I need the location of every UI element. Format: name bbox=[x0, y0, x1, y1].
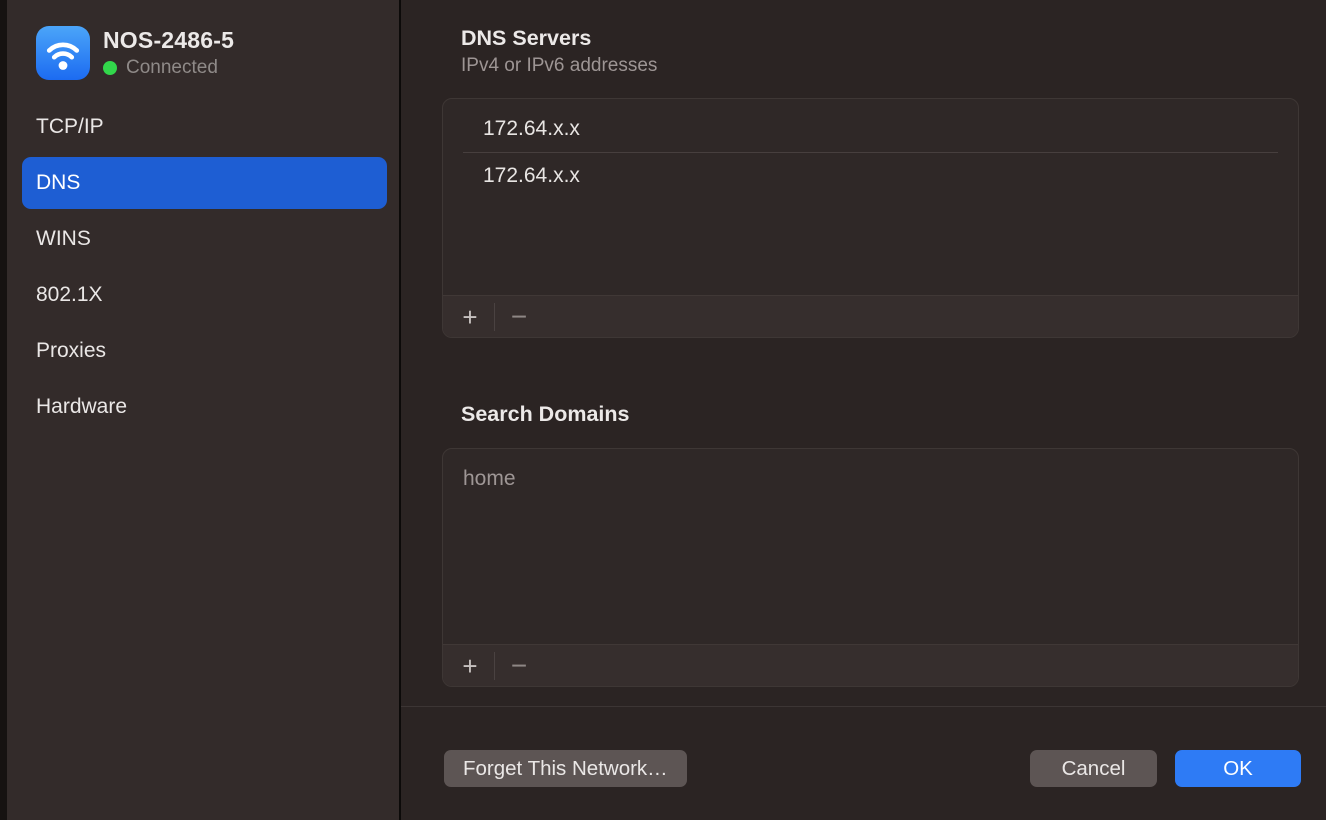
sidebar-item-8021x[interactable]: 802.1X bbox=[22, 269, 387, 321]
dns-servers-list: 172.64.x.x 172.64.x.x + − bbox=[442, 98, 1299, 338]
minus-icon: − bbox=[511, 652, 527, 680]
sidebar-item-wins[interactable]: WINS bbox=[22, 213, 387, 265]
sidebar-item-dns[interactable]: DNS bbox=[22, 157, 387, 209]
add-search-domain-button[interactable]: + bbox=[451, 645, 489, 687]
search-domain-row[interactable]: home bbox=[443, 456, 1298, 503]
add-dns-server-button[interactable]: + bbox=[451, 296, 489, 338]
network-status-label: Connected bbox=[126, 57, 218, 79]
sidebar: NOS-2486-5 Connected TCP/IP DNS WINS 802… bbox=[7, 0, 401, 820]
sidebar-item-tcpip[interactable]: TCP/IP bbox=[22, 101, 387, 153]
sidebar-item-proxies[interactable]: Proxies bbox=[22, 325, 387, 377]
network-name: NOS-2486-5 bbox=[103, 27, 234, 54]
search-domains-list: home + − bbox=[442, 448, 1299, 687]
network-header: NOS-2486-5 Connected bbox=[36, 26, 387, 80]
wifi-icon bbox=[36, 26, 90, 80]
ok-button[interactable]: OK bbox=[1175, 750, 1301, 787]
dns-servers-title: DNS Servers bbox=[442, 26, 1301, 51]
search-domains-title: Search Domains bbox=[442, 402, 1301, 427]
network-meta: NOS-2486-5 Connected bbox=[103, 27, 234, 79]
sidebar-nav: TCP/IP DNS WINS 802.1X Proxies Hardware bbox=[22, 101, 387, 433]
plus-icon: + bbox=[462, 653, 477, 679]
dns-panel: DNS Servers IPv4 or IPv6 addresses 172.6… bbox=[401, 0, 1326, 820]
dns-servers-rows: 172.64.x.x 172.64.x.x bbox=[443, 99, 1298, 295]
search-domains-rows: home bbox=[443, 449, 1298, 644]
toolbar-divider bbox=[494, 303, 495, 331]
network-status: Connected bbox=[103, 57, 234, 79]
dns-servers-subtitle: IPv4 or IPv6 addresses bbox=[442, 55, 1301, 77]
minus-icon: − bbox=[511, 303, 527, 331]
footer-divider bbox=[401, 706, 1326, 707]
window-left-edge bbox=[0, 0, 7, 820]
connected-dot-icon bbox=[103, 61, 117, 75]
forget-network-button[interactable]: Forget This Network… bbox=[444, 750, 687, 787]
dns-servers-section: DNS Servers IPv4 or IPv6 addresses 172.6… bbox=[442, 26, 1301, 338]
search-domains-section: Search Domains home + − bbox=[442, 402, 1301, 687]
dns-server-row[interactable]: 172.64.x.x bbox=[443, 153, 1298, 200]
sidebar-item-hardware[interactable]: Hardware bbox=[22, 381, 387, 433]
remove-search-domain-button[interactable]: − bbox=[500, 645, 538, 687]
dns-servers-toolbar: + − bbox=[443, 295, 1298, 337]
toolbar-divider bbox=[494, 652, 495, 680]
search-domains-toolbar: + − bbox=[443, 644, 1298, 686]
footer-bar: Forget This Network… Cancel OK bbox=[442, 750, 1301, 787]
plus-icon: + bbox=[462, 304, 477, 330]
dns-server-row[interactable]: 172.64.x.x bbox=[443, 106, 1298, 153]
remove-dns-server-button[interactable]: − bbox=[500, 296, 538, 338]
cancel-button[interactable]: Cancel bbox=[1030, 750, 1157, 787]
